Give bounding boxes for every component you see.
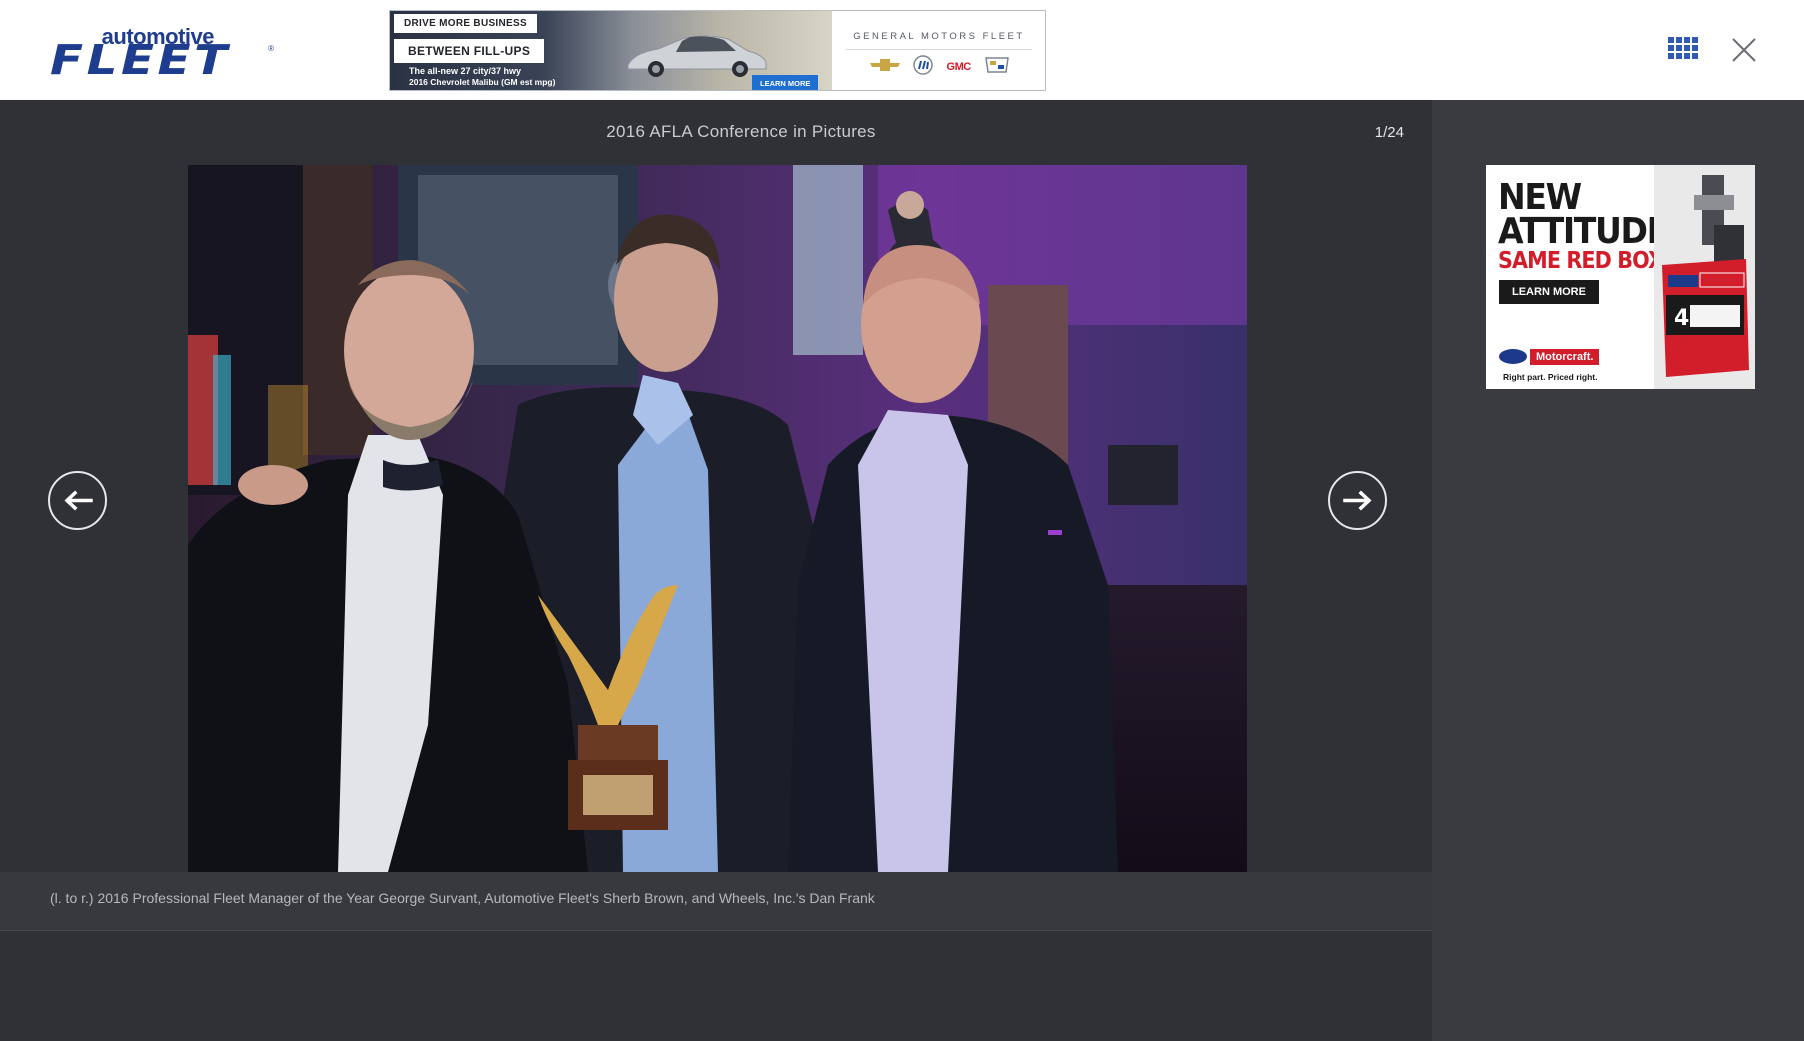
brand-logos: GMC bbox=[870, 54, 1010, 80]
motorcraft-logo: Motorcraft. bbox=[1499, 348, 1600, 365]
gallery-photo bbox=[188, 165, 1247, 872]
product-box-image: 4 bbox=[1654, 165, 1755, 389]
product-count: 4 bbox=[1674, 306, 1689, 331]
photo-caption: (l. to r.) 2016 Professional Fleet Manag… bbox=[50, 890, 875, 906]
cadillac-logo bbox=[984, 56, 1010, 79]
banner-ad-brand-panel: GENERAL MOTORS FLEET GMC bbox=[832, 11, 1045, 90]
header: automotive FLEET ® DRIVE MORE BUSINESS B… bbox=[0, 0, 1804, 100]
grid-icon[interactable] bbox=[1668, 37, 1698, 63]
site-logo[interactable]: automotive FLEET ® bbox=[50, 24, 274, 84]
logo-registered-mark: ® bbox=[268, 44, 274, 53]
banner-ad-line2: BETWEEN FILL-UPS bbox=[394, 39, 545, 63]
banner-ad-sub1: The all-new 27 city/37 hwy bbox=[409, 66, 522, 76]
banner-ad[interactable]: DRIVE MORE BUSINESS BETWEEN FILL-UPS The… bbox=[389, 10, 1046, 91]
side-ad-learn-more[interactable]: LEARN MORE bbox=[1499, 280, 1599, 304]
photo-illustration bbox=[188, 165, 1247, 872]
divider bbox=[846, 49, 1032, 50]
side-ad[interactable]: NEW ATTITUDE. SAME RED BOX. LEARN MORE M… bbox=[1486, 165, 1755, 389]
gallery-title: 2016 AFLA Conference in Pictures bbox=[606, 122, 876, 141]
close-icon[interactable] bbox=[1730, 36, 1758, 64]
banner-ad-line1: DRIVE MORE BUSINESS bbox=[394, 14, 537, 33]
motorcraft-wordmark: Motorcraft. bbox=[1530, 348, 1600, 365]
gmc-logo: GMC bbox=[946, 61, 972, 73]
previous-slide-button[interactable] bbox=[48, 471, 107, 530]
side-ad-subhead: SAME RED BOX. bbox=[1498, 248, 1671, 274]
arrow-right-icon bbox=[1343, 490, 1372, 511]
next-slide-button[interactable] bbox=[1328, 471, 1387, 530]
ford-logo bbox=[1499, 349, 1527, 364]
banner-ad-brand: GENERAL MOTORS FLEET bbox=[853, 31, 1025, 42]
logo-big-text: FLEET bbox=[50, 36, 231, 84]
chevrolet-logo bbox=[870, 58, 900, 76]
car-image bbox=[627, 35, 767, 77]
caption-bar: (l. to r.) 2016 Professional Fleet Manag… bbox=[0, 872, 1432, 931]
side-ad-headline: NEW ATTITUDE. bbox=[1498, 177, 1680, 252]
side-ad-tagline: Right part. Priced right. bbox=[1503, 372, 1598, 382]
banner-ad-sub2: 2016 Chevrolet Malibu (GM est mpg) bbox=[409, 77, 556, 87]
banner-ad-image: DRIVE MORE BUSINESS BETWEEN FILL-UPS The… bbox=[390, 11, 832, 90]
arrow-left-icon bbox=[64, 490, 93, 511]
buick-logo bbox=[913, 54, 934, 80]
slide-counter: 1/24 bbox=[1374, 124, 1404, 141]
banner-ad-learn-more[interactable]: LEARN MORE bbox=[752, 75, 819, 90]
